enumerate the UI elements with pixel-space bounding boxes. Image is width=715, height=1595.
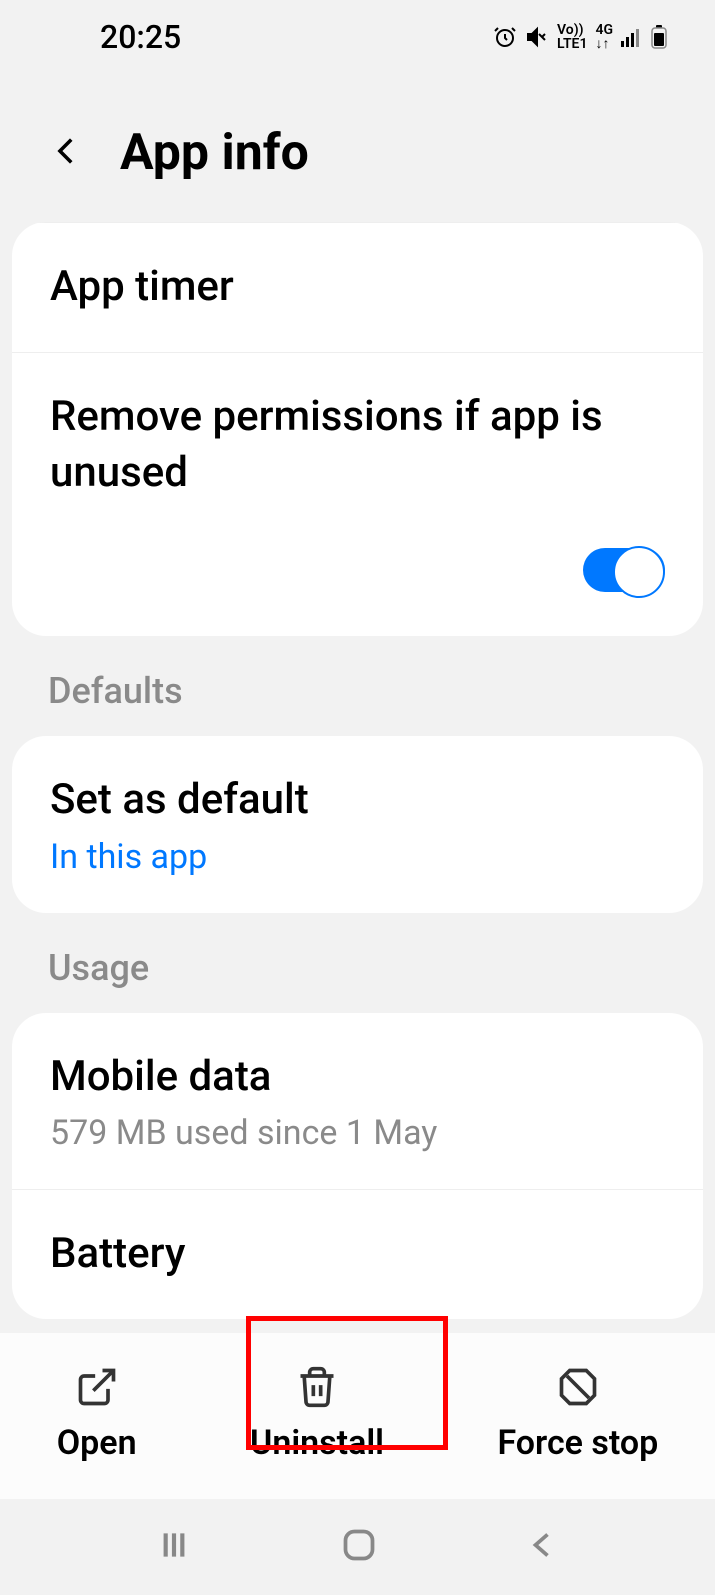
alarm-icon	[493, 25, 517, 49]
defaults-card: Set as default In this app	[12, 736, 703, 913]
remove-permissions-row[interactable]: Remove permissions if app is unused	[12, 352, 703, 538]
stop-icon	[556, 1365, 600, 1409]
app-timer-label: App timer	[50, 259, 665, 316]
back-button[interactable]	[50, 134, 84, 172]
home-button[interactable]	[341, 1527, 377, 1567]
recents-button[interactable]	[154, 1525, 194, 1569]
mobile-data-sub: 579 MB used since 1 May	[50, 1113, 665, 1153]
battery-row[interactable]: Battery	[12, 1189, 703, 1319]
open-button[interactable]: Open	[37, 1357, 157, 1471]
signal-icon	[621, 27, 643, 47]
remove-permissions-label: Remove permissions if app is unused	[50, 389, 665, 502]
mobile-data-row[interactable]: Mobile data 579 MB used since 1 May	[12, 1013, 703, 1190]
open-label: Open	[57, 1423, 137, 1463]
header: App info	[0, 74, 715, 222]
nav-back-button[interactable]	[525, 1527, 561, 1567]
force-stop-button[interactable]: Force stop	[477, 1357, 678, 1471]
status-time: 20:25	[100, 18, 181, 56]
mute-icon	[525, 25, 549, 49]
mobile-data-label: Mobile data	[50, 1049, 665, 1106]
set-as-default-row[interactable]: Set as default In this app	[12, 736, 703, 913]
uninstall-label: Uninstall	[250, 1423, 384, 1463]
uninstall-button[interactable]: Uninstall	[230, 1357, 404, 1471]
trash-icon	[295, 1365, 339, 1409]
defaults-section-label: Defaults	[0, 636, 715, 736]
set-as-default-sub: In this app	[50, 837, 665, 877]
force-stop-label: Force stop	[497, 1423, 658, 1463]
volte-indicator: Vo))LTE1	[557, 23, 587, 51]
open-icon	[75, 1365, 119, 1409]
status-bar: 20:25 Vo))LTE1 4G↓↑	[0, 0, 715, 74]
settings-card-1: App timer Remove permissions if app is u…	[12, 222, 703, 636]
app-timer-row[interactable]: App timer	[12, 222, 703, 352]
usage-card: Mobile data 579 MB used since 1 May Batt…	[12, 1013, 703, 1319]
battery-label: Battery	[50, 1226, 665, 1283]
battery-icon	[651, 25, 667, 49]
usage-section-label: Usage	[0, 913, 715, 1013]
4g-indicator: 4G↓↑	[595, 23, 613, 51]
page-title: App info	[120, 124, 309, 182]
bottom-action-bar: Open Uninstall Force stop	[0, 1333, 715, 1499]
set-as-default-label: Set as default	[50, 772, 665, 829]
status-icons: Vo))LTE1 4G↓↑	[493, 23, 667, 51]
remove-permissions-toggle[interactable]	[583, 548, 665, 592]
system-nav-bar	[0, 1499, 715, 1595]
remove-permissions-toggle-row	[12, 538, 703, 636]
